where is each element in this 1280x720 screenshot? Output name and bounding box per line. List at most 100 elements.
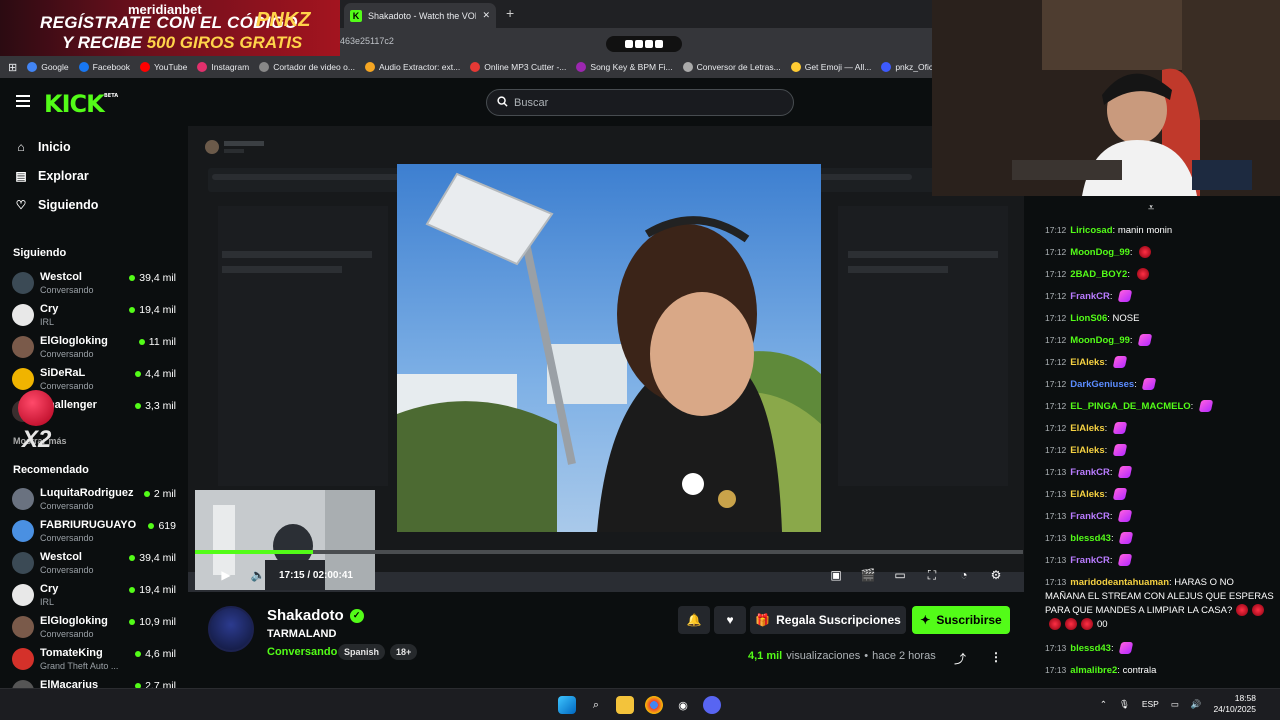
progress-bar[interactable]	[195, 550, 1023, 554]
bookmark-item[interactable]: Cortador de video o...	[259, 62, 355, 72]
following-heading: Siguiendo	[13, 247, 67, 259]
home-icon: ⌂	[17, 140, 25, 154]
chat-username[interactable]: EL_PINGA_DE_MACMELO	[1070, 401, 1190, 412]
bookmark-item[interactable]: Online MP3 Cutter -...	[470, 62, 566, 72]
discord-icon[interactable]	[703, 696, 721, 714]
bookmark-item[interactable]: Google	[27, 62, 69, 72]
chat-separator: :	[1104, 357, 1110, 368]
chat-username[interactable]: FrankCR	[1070, 555, 1110, 566]
chrome-icon[interactable]	[645, 696, 663, 714]
chat-username[interactable]: ElAleks	[1070, 445, 1104, 456]
chat-username[interactable]: blessd43	[1070, 643, 1111, 654]
network-icon[interactable]: ▭	[1171, 699, 1179, 710]
chat-username[interactable]: ElAleks	[1070, 489, 1104, 500]
chat-username[interactable]: ElAleks	[1070, 357, 1104, 368]
more-options-icon[interactable]: ⋮	[990, 650, 1002, 664]
bookmark-item[interactable]: Instagram	[197, 62, 249, 72]
start-icon[interactable]	[558, 696, 576, 714]
channel-name[interactable]: Shakadoto ✓	[267, 607, 364, 624]
chat-message: 17:12 ElAleks:	[1045, 355, 1275, 370]
chat-message: 17:12 ElAleks:	[1045, 443, 1275, 458]
sidebar-channel-row[interactable]: FABRIURUGUAYO Conversando 619	[12, 516, 176, 548]
miniplayer-icon[interactable]: ▣	[827, 566, 845, 584]
bookmark-item[interactable]: Audio Extractor: ext...	[364, 62, 460, 72]
sidebar-channel-row[interactable]: Westcol Conversando 39,4 mil	[12, 548, 176, 580]
search-input[interactable]: Buscar	[486, 89, 794, 116]
follow-heart-icon[interactable]: ♥	[714, 606, 746, 634]
subscribe-button[interactable]: ✦ Suscribirse	[912, 606, 1010, 634]
chat-username[interactable]: FrankCR	[1070, 511, 1110, 522]
menu-icon[interactable]	[16, 95, 30, 107]
collapse-chat-icon[interactable]: ⩡	[1148, 202, 1154, 215]
chat-username[interactable]: MoonDog_99	[1070, 247, 1130, 258]
chat-username[interactable]: almalibre2	[1070, 665, 1117, 676]
emote-icon	[1136, 268, 1149, 281]
sidebar-channel-row[interactable]: LuquitaRodriguez Conversando 2 mil	[12, 484, 176, 516]
chat-username[interactable]: LionS06	[1070, 313, 1107, 324]
apps-grid-icon[interactable]: ⊞	[8, 61, 17, 74]
chat-username[interactable]: blessd43	[1070, 533, 1111, 544]
search-taskbar-icon[interactable]: ⌕	[587, 696, 605, 714]
chat-separator: :	[1110, 533, 1117, 544]
share-icon[interactable]: ⤴	[954, 650, 966, 667]
clip-icon[interactable]: 🎬	[859, 566, 877, 584]
live-dot-icon	[143, 491, 150, 497]
sidebar-channel-row[interactable]: Cry IRL 19,4 mil	[12, 300, 176, 332]
chat-username[interactable]: MoonDog_99	[1070, 335, 1130, 346]
gift-subs-button[interactable]: 🎁 Regala Suscripciones	[750, 606, 906, 634]
nav-inicio[interactable]: ⌂ Inicio	[14, 140, 70, 154]
chat-message: 17:12 ElAleks:	[1045, 421, 1275, 436]
chat-username[interactable]: maridodeantahuaman	[1070, 577, 1169, 588]
tag-age[interactable]: 18+	[390, 644, 418, 660]
kick-logo[interactable]: KICK BETA	[44, 90, 118, 118]
chat-username[interactable]: FrankCR	[1070, 291, 1110, 302]
chat-username[interactable]: FrankCR	[1070, 467, 1110, 478]
sidebar-channel-row[interactable]: ElGlogloking Conversando 10,9 mil	[12, 612, 176, 644]
address-bar[interactable]: 463e25117c2	[340, 28, 932, 56]
bookmark-item[interactable]: Song Key & BPM Fi...	[576, 62, 673, 72]
chat-username[interactable]: 2BAD_BOY2	[1070, 269, 1127, 280]
clock[interactable]: 18:58 24/10/2025	[1213, 693, 1256, 715]
bookmark-item[interactable]: Facebook	[78, 62, 130, 72]
settings-gear-icon[interactable]: ⚙	[987, 566, 1005, 584]
bookmark-item[interactable]: Conversor de Letras...	[682, 62, 781, 72]
sidebar-channel-row[interactable]: ElMacarius 2,7 mil	[12, 676, 176, 688]
close-tab-icon[interactable]: ✕	[482, 10, 490, 21]
bookmark-item[interactable]: pnkz_Ofic	[881, 62, 932, 72]
sidebar-channel-row[interactable]: ElGlogloking Conversando 11 mil	[12, 332, 176, 364]
channel-category: Conversando	[40, 565, 94, 575]
channel-category: Conversando	[40, 501, 94, 511]
play-icon[interactable]: ▶	[217, 566, 235, 584]
chat-username[interactable]: DarkGeniuses	[1070, 379, 1134, 390]
promo-banner[interactable]: meridianbet REGÍSTRATE CON EL CÓDIGO PNK…	[0, 0, 340, 56]
new-tab-button[interactable]: +	[506, 5, 514, 21]
bookmark-item[interactable]: YouTube	[139, 62, 187, 72]
nav-explorar[interactable]: ▤ Explorar	[14, 169, 88, 183]
file-explorer-icon[interactable]	[616, 696, 634, 714]
channel-avatar[interactable]	[208, 606, 254, 652]
category-link[interactable]: Conversando	[267, 646, 337, 658]
promo-code: PNKZ	[256, 9, 311, 31]
theater-mode-icon[interactable]: ▭	[891, 566, 909, 584]
live-dot-icon	[135, 403, 142, 409]
volume-icon[interactable]: 🔈	[249, 566, 267, 584]
obs-icon[interactable]: ◉	[674, 696, 692, 714]
verified-icon: ✓	[349, 608, 364, 623]
microphone-icon[interactable]: 🎙	[1119, 699, 1130, 710]
fullscreen-icon[interactable]: ⛶	[923, 566, 941, 584]
sidebar-channel-row[interactable]: Cry IRL 19,4 mil	[12, 580, 176, 612]
notification-bell-icon[interactable]: 🔔	[678, 606, 710, 634]
sidebar-channel-row[interactable]: TomateKing Grand Theft Auto ... 4,6 mil	[12, 644, 176, 676]
chat-username[interactable]: Liricosad	[1070, 225, 1112, 236]
sidebar-channel-row[interactable]: Westcol Conversando 39,4 mil	[12, 268, 176, 300]
bookmark-item[interactable]: Get Emoji — All...	[790, 62, 871, 72]
speed-icon[interactable]: ◔	[955, 566, 973, 584]
chat-username[interactable]: ElAleks	[1070, 423, 1104, 434]
volume-tray-icon[interactable]: 🔊	[1191, 699, 1202, 710]
nav-siguiendo[interactable]: ♡ Siguiendo	[14, 198, 99, 212]
tray-chevron-icon[interactable]: ⌃	[1100, 699, 1107, 710]
tag-language[interactable]: Spanish	[338, 644, 386, 660]
chat-timestamp: 17:13	[1045, 533, 1067, 543]
language-indicator[interactable]: ESP	[1142, 699, 1159, 709]
browser-tab[interactable]: K Shakadoto - Watch the VOD on ✕	[344, 3, 496, 28]
